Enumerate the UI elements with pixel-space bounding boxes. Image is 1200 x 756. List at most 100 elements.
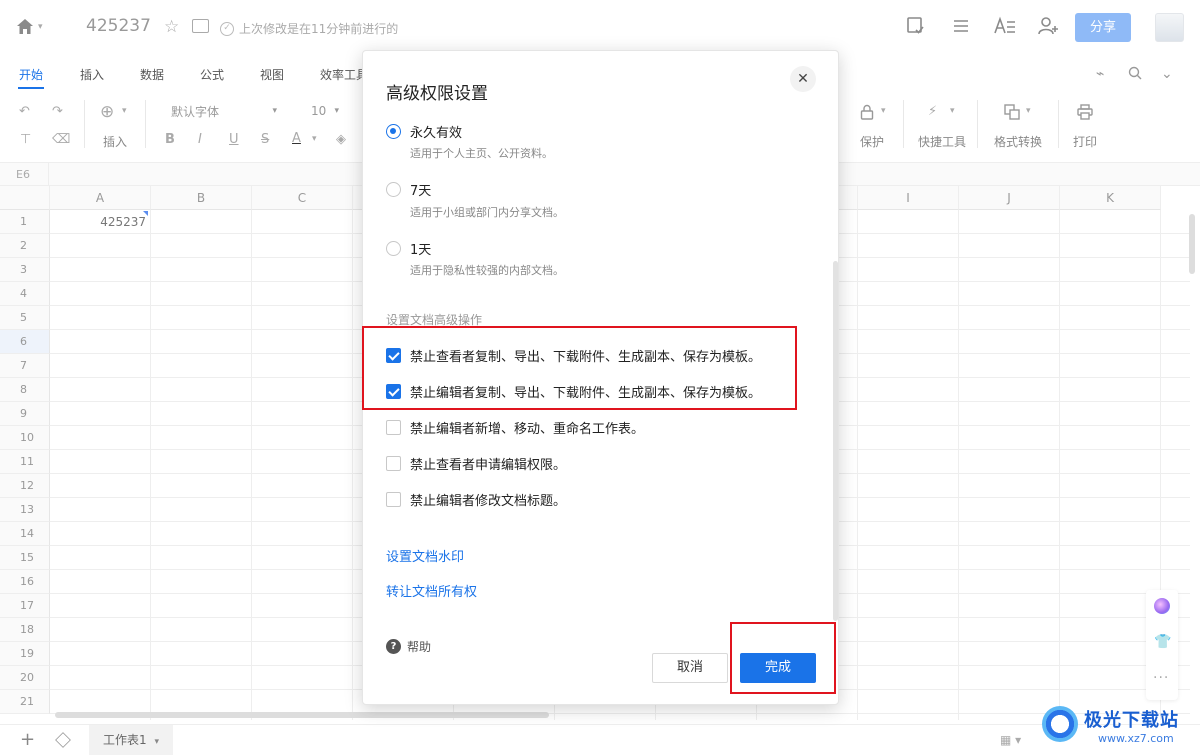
quick-tools-label[interactable]: 快捷工具 [918, 133, 966, 150]
check-editor-sheets[interactable]: 禁止编辑者新增、移动、重命名工作表。 [386, 418, 644, 437]
strikethrough-icon[interactable]: S [261, 132, 269, 147]
italic-icon[interactable]: I [198, 132, 202, 147]
undo-icon[interactable]: ↶ [19, 104, 30, 119]
tab-efficiency[interactable]: 效率工具 [320, 66, 368, 83]
view-grid-icon[interactable]: ▦ ▾ [1000, 733, 1021, 747]
transfer-ownership-link[interactable]: 转让文档所有权 [386, 581, 477, 600]
option-7days[interactable]: 7天 [386, 180, 431, 199]
help-link[interactable]: ? 帮助 [386, 638, 431, 655]
insert-plus-icon[interactable]: ⊕ [100, 102, 114, 122]
font-size-select[interactable]: 10 ▾ [304, 100, 346, 122]
share-button[interactable]: 分享 [1075, 13, 1131, 42]
chevron-down-icon[interactable]: ▾ [122, 106, 127, 116]
row-header-5[interactable]: 5 [0, 306, 50, 330]
row-header-12[interactable]: 12 [0, 474, 50, 498]
checkbox-editor-sheets[interactable] [386, 420, 401, 435]
lightning-icon[interactable]: ⚡ [928, 104, 937, 119]
task-check-icon[interactable] [904, 16, 928, 40]
cancel-button[interactable]: 取消 [652, 653, 728, 683]
row-header-14[interactable]: 14 [0, 522, 50, 546]
cell-a1[interactable]: 425237 [52, 211, 148, 233]
more-icon[interactable]: ··· [1153, 670, 1169, 686]
tab-formula[interactable]: 公式 [200, 66, 224, 83]
sheet-tab[interactable]: 工作表1 ▾ [89, 725, 173, 755]
radio-permanent[interactable] [386, 124, 401, 139]
tab-view[interactable]: 视图 [260, 66, 284, 83]
collapse-chevron-icon[interactable]: ⌄ [1161, 66, 1173, 82]
horizontal-scrollbar[interactable] [55, 712, 549, 718]
check-editor-title[interactable]: 禁止编辑者修改文档标题。 [386, 490, 566, 509]
fill-color-icon[interactable]: ◈ [336, 132, 346, 147]
radio-7days[interactable] [386, 182, 401, 197]
protect-label[interactable]: 保护 [860, 133, 884, 150]
printer-icon[interactable] [1077, 104, 1093, 124]
corner-cell[interactable] [0, 186, 50, 210]
ai-assistant-icon[interactable] [1154, 598, 1170, 614]
row-header-20[interactable]: 20 [0, 666, 50, 690]
checkbox-editor-title[interactable] [386, 492, 401, 507]
doc-title[interactable]: 425237 [86, 16, 151, 36]
dialog-scrollbar[interactable] [833, 261, 838, 621]
row-header-9[interactable]: 9 [0, 402, 50, 426]
check-viewer-request[interactable]: 禁止查看者申请编辑权限。 [386, 454, 566, 473]
row-header-18[interactable]: 18 [0, 618, 50, 642]
row-header-21[interactable]: 21 [0, 690, 50, 714]
column-header-b[interactable]: B [151, 186, 252, 210]
format-painter-icon[interactable]: ⊤ [20, 132, 31, 147]
chevron-down-icon[interactable]: ▾ [1026, 106, 1031, 116]
tab-insert[interactable]: 插入 [80, 66, 104, 83]
row-header-15[interactable]: 15 [0, 546, 50, 570]
row-header-19[interactable]: 19 [0, 642, 50, 666]
row-header-17[interactable]: 17 [0, 594, 50, 618]
add-sheet-icon[interactable]: + [20, 729, 35, 750]
home-menu[interactable]: ▾ [16, 18, 43, 35]
tab-data[interactable]: 数据 [140, 66, 164, 83]
font-color-icon[interactable]: A [292, 131, 301, 146]
chevron-down-icon[interactable]: ▾ [881, 106, 886, 116]
bold-icon[interactable]: B [165, 132, 175, 147]
cell-reference[interactable]: E6 [16, 168, 30, 181]
row-header-10[interactable]: 10 [0, 426, 50, 450]
row-header-7[interactable]: 7 [0, 354, 50, 378]
chevron-down-icon[interactable]: ▾ [950, 106, 955, 116]
layers-icon[interactable] [55, 732, 71, 748]
column-header-k[interactable]: K [1060, 186, 1161, 210]
column-header-a[interactable]: A [50, 186, 151, 210]
column-header-c[interactable]: C [252, 186, 353, 210]
print-label[interactable]: 打印 [1073, 133, 1097, 150]
search-icon[interactable] [1128, 66, 1142, 84]
chevron-down-icon[interactable]: ▾ [312, 134, 317, 144]
outline-icon[interactable] [949, 16, 973, 40]
tab-start[interactable]: 开始 [19, 66, 43, 83]
close-icon[interactable]: ✕ [790, 66, 816, 92]
column-header-j[interactable]: J [959, 186, 1060, 210]
watermark-link[interactable]: 设置文档水印 [386, 546, 464, 565]
column-header-i[interactable]: I [858, 186, 959, 210]
vertical-scrollbar[interactable] [1189, 214, 1195, 274]
row-header-16[interactable]: 16 [0, 570, 50, 594]
row-header-6[interactable]: 6 [0, 330, 50, 354]
row-header-13[interactable]: 13 [0, 498, 50, 522]
row-header-2[interactable]: 2 [0, 234, 50, 258]
radio-1day[interactable] [386, 241, 401, 256]
underline-icon[interactable]: U [229, 132, 239, 147]
move-folder-icon[interactable] [192, 19, 209, 33]
insert-label[interactable]: 插入 [103, 133, 127, 150]
add-collaborator-icon[interactable] [1037, 16, 1061, 40]
checkbox-viewer-request[interactable] [386, 456, 401, 471]
eraser-icon[interactable]: ⌫ [52, 132, 70, 147]
format-convert-icon[interactable] [1004, 104, 1020, 124]
lock-icon[interactable] [860, 104, 874, 124]
text-format-icon[interactable] [993, 16, 1017, 40]
chevron-down-icon[interactable]: ▾ [154, 737, 159, 747]
row-header-11[interactable]: 11 [0, 450, 50, 474]
option-permanent[interactable]: 永久有效 [386, 122, 462, 141]
row-header-1[interactable]: 1 [0, 210, 50, 234]
avatar[interactable] [1155, 13, 1184, 42]
font-family-select[interactable]: 默认字体 ▾ [164, 100, 284, 122]
star-icon[interactable]: ☆ [164, 17, 179, 37]
option-1day[interactable]: 1天 [386, 239, 431, 258]
theme-shirt-icon[interactable]: 👕 [1154, 634, 1171, 650]
row-header-4[interactable]: 4 [0, 282, 50, 306]
row-header-3[interactable]: 3 [0, 258, 50, 282]
